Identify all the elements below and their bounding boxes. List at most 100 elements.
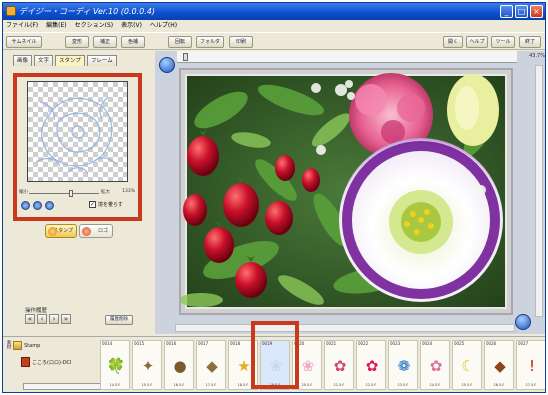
stamp-thumbnail-icon: ❁ [397,357,411,375]
title-bar: デイジー・コーディ Ver.10 (0.0.0.4) _ □ × [3,3,545,20]
stamp-thumbnail[interactable]: 0027! 27.5.F [516,340,545,390]
stamp-folder-label: Stamp [24,342,41,349]
zoom-slider[interactable] [29,193,99,194]
stamp-thumbnail[interactable]: 0024 ✿ 24.5.F [420,340,450,390]
stamp-panel: 画像 文字 スタンプ フレーム 縮小 拡大 133% ✓ 境を暈らす スタンプ … [3,51,153,336]
stamp-thumbnail-caption: 26.5.F [493,383,505,387]
zoom-slider-row: 縮小 拡大 133% [19,189,137,197]
stamp-thumbnail[interactable]: 0017 ◆ 17.5.F [196,340,226,390]
stamp-thumbnail-caption: 21.5.F [333,383,345,387]
horizontal-scrollbar[interactable] [175,324,515,332]
history-clear-button[interactable]: 履歴削除 [105,315,133,325]
corner-handle-icon[interactable] [515,314,531,330]
menu-section[interactable]: セクション(S) [75,20,114,32]
stamp-thumbnail[interactable]: 0016 ● 16.5.F [164,340,194,390]
transform-button[interactable]: 変形 [65,36,89,48]
stamp-thumbnail-number: 0022 [358,341,369,346]
stamp-thumbnail-number: 0018 [230,341,241,346]
vertical-scrollbar[interactable] [535,65,543,317]
help-button[interactable]: ヘルプ [466,36,488,48]
stamp-thumbnail-caption: 27.5.F [525,383,537,387]
blur-edge-option[interactable]: ✓ 境を暈らす [89,201,123,208]
stamp-preview [27,81,128,182]
history-forward-button[interactable]: › [49,314,59,324]
stamp-thumbnail-list: 0014 🍀 14.5.F 0015 ✦ 15.5.F 0016 ● 16.5.F 0017 ◆ 17… [98,338,545,392]
zoom-max-label: 拡大 [101,190,110,195]
stamp-outline-icon [35,96,117,175]
stamp-mode-button[interactable]: スタンプ [45,224,77,238]
menu-view[interactable]: 表示(V) [121,20,142,32]
stamp-thumbnail-number: 0015 [134,341,145,346]
stamp-thumbnail-caption: 22.5.F [365,383,377,387]
stamp-thumbnail-number: 0016 [166,341,177,346]
stamp-thumbnail[interactable]: 0021 ✿ 21.5.F [324,340,354,390]
zoom-slider-thumb[interactable] [69,190,73,197]
stamp-thumbnail-icon: ✿ [333,357,347,375]
folder-scrollbar[interactable] [23,383,105,390]
canvas-zoom-readout: 43.7% [529,53,545,59]
tools-button[interactable]: ツール [491,36,515,48]
stamp-thumbnail[interactable]: 0015 ✦ 15.5.F [132,340,162,390]
app-icon [6,6,16,16]
tab-text[interactable]: 文字 [34,55,54,66]
stamp-thumbnail-number: 0024 [422,341,433,346]
rotate-button[interactable]: 回転 [168,36,192,48]
stamp-folder[interactable]: Stamp [13,341,40,350]
stamp-thumbnail-icon: ◆ [206,357,218,375]
blur-edge-label: 境を暈らす [98,202,123,208]
stamp-thumbnail-number: 0027 [518,341,529,346]
maximize-button[interactable]: □ [515,5,528,18]
stamp-thumbnail[interactable]: 0014 🍀 14.5.F [100,340,130,390]
history-label: 操作履歴 [25,308,48,314]
stamp-thumbnail[interactable]: 0025 ☾ 25.5.F [452,340,482,390]
toolbar: サムネイル 変形 補正 色補 回転 フォルダ 印刷 開く ヘルプ ツール 終了 [3,32,545,50]
correct-button[interactable]: 補正 [93,36,117,48]
stamp-thumbnail-icon: 🍀 [106,357,126,375]
stamp-thumbnail[interactable]: 0022 ✿ 22.5.F [356,340,386,390]
minimize-button[interactable]: _ [500,5,513,18]
photo-canvas[interactable] [179,68,513,315]
stamp-thumbnail-number: 0026 [486,341,497,346]
stamp-thumbnail-icon: ✦ [141,357,155,375]
tab-image[interactable]: 画像 [13,55,33,66]
history-last-button[interactable]: » [61,314,71,324]
highlight-box-selected-stamp [251,321,299,389]
menu-edit[interactable]: 編集(E) [46,20,66,32]
close-button[interactable]: × [530,5,543,18]
panel-tabs: 画像 文字 スタンプ フレーム [13,55,117,66]
reset-icon[interactable] [21,201,30,210]
thumbnail-button[interactable]: サムネイル [6,36,42,48]
stamp-thumbnail-caption: 23.5.F [397,383,409,387]
print-button[interactable]: 印刷 [229,36,253,48]
corner-handle-icon[interactable] [159,57,175,73]
menu-help[interactable]: ヘルプ(H) [150,20,177,32]
history-first-button[interactable]: « [25,314,35,324]
material-folder-tree: Stamp こころ(ロロ)-DCI [13,339,105,390]
canvas-zoom-thumb[interactable] [183,53,188,61]
logo-mode-button[interactable]: ロゴ [79,224,113,238]
stamp-thumbnail[interactable]: 0023 ❁ 23.5.F [388,340,418,390]
color-button[interactable]: 色補 [121,36,145,48]
tab-frame[interactable]: フレーム [86,55,117,66]
app-window: デイジー・コーディ Ver.10 (0.0.0.4) _ □ × ファイル(F)… [2,2,546,393]
exit-button[interactable]: 終了 [519,36,541,48]
stamp-thumbnail-number: 0021 [326,341,337,346]
rotate-right-icon[interactable] [45,201,54,210]
stamp-thumbnail-icon: ● [173,357,187,375]
book-icon [21,357,30,367]
stamp-thumbnail-number: 0025 [454,341,465,346]
folder-button[interactable]: フォルダ [196,36,224,48]
open-button[interactable]: 開く [443,36,463,48]
blur-edge-checkbox[interactable]: ✓ [89,201,96,208]
stamp-thumbnail-icon: ✿ [429,357,443,375]
history-back-button[interactable]: ‹ [37,314,47,324]
stamp-subfolder[interactable]: こころ(ロロ)-DCI [21,357,72,367]
zoom-value: 133% [122,189,135,194]
tab-stamp[interactable]: スタンプ [55,55,85,66]
zoom-min-label: 縮小 [19,190,28,195]
menu-file[interactable]: ファイル(F) [6,20,38,32]
stamp-thumbnail-icon: ✿ [365,357,379,375]
stamp-thumbnail[interactable]: 0026 ◆ 26.5.F [484,340,514,390]
window-controls: _ □ × [500,5,543,18]
rotate-left-icon[interactable] [33,201,42,210]
